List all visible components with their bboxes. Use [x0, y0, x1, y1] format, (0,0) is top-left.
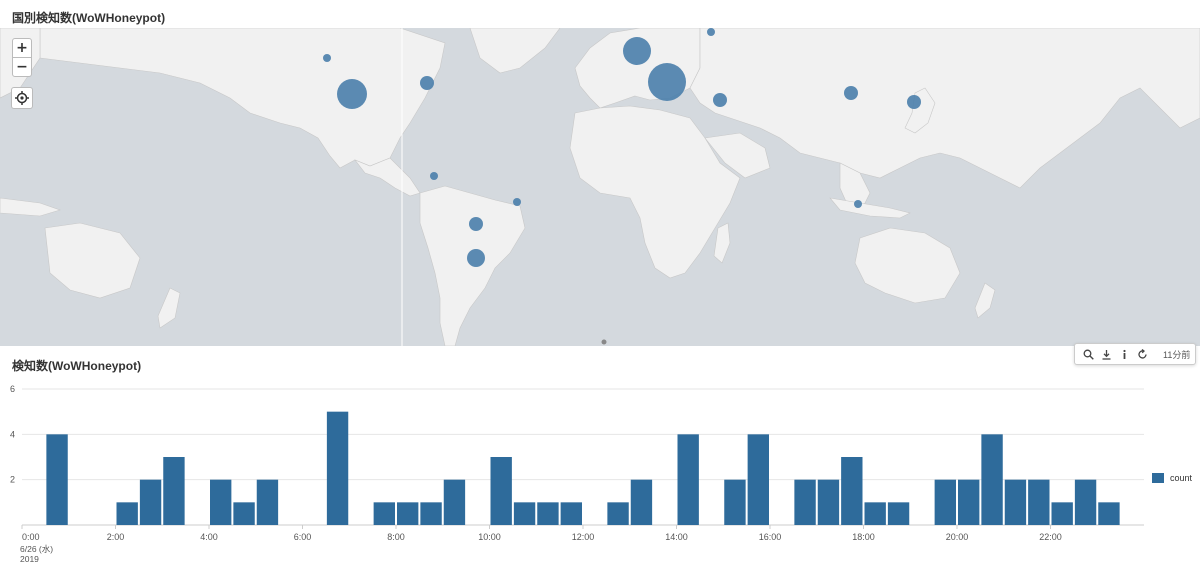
export-button[interactable] — [1097, 345, 1115, 363]
bar[interactable] — [1098, 502, 1120, 525]
locate-button[interactable] — [11, 87, 33, 109]
x-tick-label: 20:00 — [946, 532, 969, 542]
north-america — [39, 28, 446, 169]
bar[interactable] — [233, 502, 255, 525]
map-marker — [430, 172, 438, 180]
bar[interactable] — [864, 502, 886, 525]
map-marker — [648, 63, 686, 101]
download-icon — [1102, 349, 1110, 360]
bar[interactable] — [46, 434, 68, 525]
bar[interactable] — [373, 502, 395, 525]
nz-wrap — [157, 287, 181, 329]
panel-toolbar: 11分前 — [1074, 343, 1196, 365]
search-icon — [1083, 349, 1094, 360]
resize-handle — [601, 339, 607, 345]
x-tick-label: 12:00 — [572, 532, 595, 542]
zoom-out-button[interactable]: − — [12, 57, 32, 77]
map-marker — [713, 93, 727, 107]
indonesia — [829, 197, 911, 219]
map-marker — [844, 86, 858, 100]
legend-swatch — [1152, 473, 1164, 483]
bar[interactable] — [817, 479, 840, 525]
last-updated-text: 11分前 — [1163, 349, 1191, 360]
x-tick-label: 14:00 — [665, 532, 688, 542]
refresh-button[interactable] — [1133, 345, 1151, 363]
bar[interactable] — [981, 434, 1003, 525]
legend-label: count — [1170, 473, 1193, 483]
land-masses — [0, 28, 1200, 346]
australia — [854, 227, 961, 304]
bar[interactable] — [1004, 479, 1027, 525]
x-tick-label: 18:00 — [852, 532, 875, 542]
x-date-label: 6/26 (水) — [20, 544, 53, 554]
bar[interactable] — [724, 479, 746, 525]
map-marker — [623, 37, 651, 65]
bar[interactable] — [841, 457, 863, 525]
bar[interactable] — [934, 479, 956, 525]
x-tick-label: 8:00 — [387, 532, 405, 542]
bar[interactable] — [490, 457, 512, 525]
x-tick-label: 6:00 — [294, 532, 312, 542]
bar[interactable] — [560, 502, 582, 525]
bar[interactable] — [1074, 479, 1097, 525]
x-tick-label: 0:00 — [22, 532, 40, 542]
crosshair-icon — [15, 91, 29, 105]
bar[interactable] — [139, 479, 162, 525]
chart-legend: count — [1152, 473, 1192, 483]
bar[interactable] — [513, 502, 536, 525]
bar[interactable] — [326, 411, 349, 525]
map-canvas — [0, 28, 1200, 346]
map-marker — [420, 76, 434, 90]
bar[interactable] — [630, 479, 653, 525]
bar[interactable] — [794, 479, 816, 525]
bar[interactable] — [1028, 479, 1050, 525]
x-tick-label: 22:00 — [1039, 532, 1062, 542]
y-tick-label: 6 — [10, 384, 15, 394]
y-tick-label: 4 — [10, 429, 15, 439]
bar[interactable] — [420, 502, 442, 525]
map-marker — [323, 54, 331, 62]
x-date-label: 2019 — [20, 554, 39, 564]
bar[interactable] — [747, 434, 769, 525]
bar[interactable] — [443, 479, 466, 525]
info-icon — [1122, 349, 1126, 359]
x-tick-label: 10:00 — [478, 532, 501, 542]
x-tick-label: 16:00 — [759, 532, 782, 542]
greenland — [469, 28, 561, 74]
x-tick-label: 2:00 — [107, 532, 125, 542]
x-tick-label: 4:00 — [200, 532, 218, 542]
indonesia-wrap — [0, 197, 61, 217]
map-marker — [469, 217, 483, 231]
bar[interactable] — [887, 502, 910, 525]
new-zealand — [974, 282, 996, 319]
bar[interactable] — [958, 479, 980, 525]
map-marker — [337, 79, 367, 109]
inspect-button[interactable] — [1115, 345, 1133, 363]
map-marker — [467, 249, 485, 267]
bar[interactable] — [116, 502, 138, 525]
refresh-icon — [1137, 348, 1147, 359]
bar[interactable] — [163, 457, 185, 525]
map-marker — [707, 28, 715, 36]
map-marker — [513, 198, 521, 206]
bar-chart: 2 4 6 0:00 2:00 4:00 6:00 8:00 10:00 12:00 14:00 16… — [10, 384, 1144, 564]
chart-panel-title: 検知数(WoWHoneypot) — [12, 359, 142, 373]
search-button[interactable] — [1079, 345, 1097, 363]
map-panel-title: 国別検知数(WoWHoneypot) — [12, 11, 166, 25]
bar[interactable] — [397, 502, 419, 525]
y-tick-label: 2 — [10, 475, 15, 485]
map-marker — [907, 95, 921, 109]
australia-wrap — [44, 222, 141, 299]
bar[interactable] — [677, 434, 699, 525]
map-marker — [854, 200, 862, 208]
bar[interactable] — [607, 502, 629, 525]
bar[interactable] — [210, 479, 232, 525]
bar[interactable] — [537, 502, 559, 525]
central-america — [354, 157, 421, 197]
bar[interactable] — [256, 479, 279, 525]
zoom-in-button[interactable]: + — [12, 38, 32, 58]
bar[interactable] — [1051, 502, 1073, 525]
world-map[interactable] — [0, 28, 1200, 346]
madagascar — [713, 222, 731, 264]
